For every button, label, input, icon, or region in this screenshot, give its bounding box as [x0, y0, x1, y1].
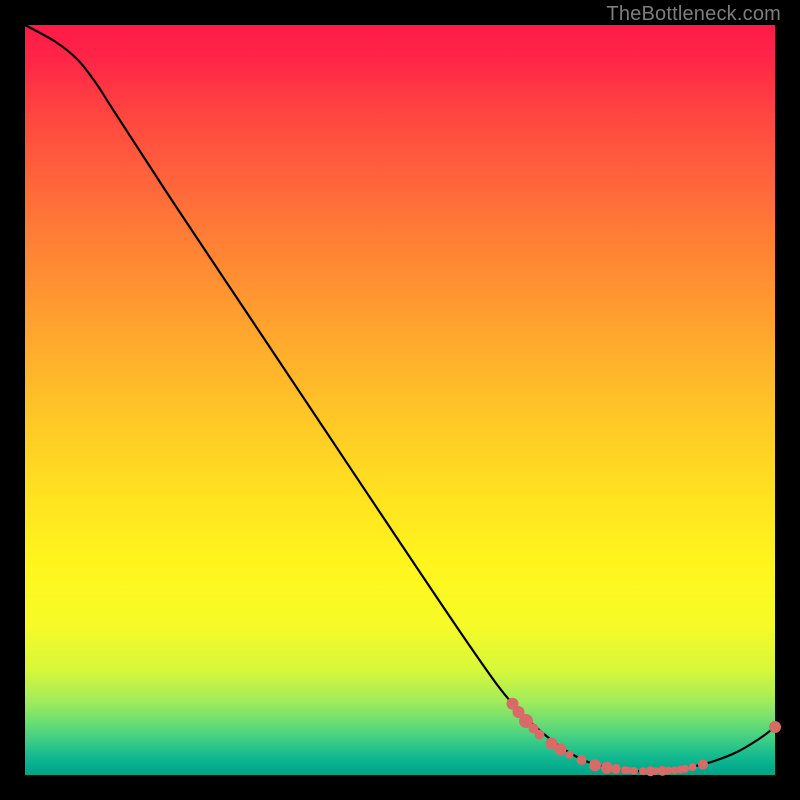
data-point	[698, 760, 708, 770]
plot-area	[25, 25, 775, 775]
plot-svg	[25, 25, 775, 775]
data-point	[566, 751, 574, 759]
data-point	[681, 765, 689, 773]
data-point	[589, 759, 601, 771]
watermark-text: TheBottleneck.com	[606, 3, 781, 26]
data-point	[769, 721, 781, 733]
data-point	[689, 763, 697, 771]
chart-stage: TheBottleneck.com	[0, 0, 800, 800]
data-point	[611, 764, 621, 774]
data-point	[555, 744, 567, 756]
data-point	[535, 730, 545, 740]
data-point	[630, 767, 638, 775]
data-point	[577, 755, 587, 765]
bottleneck-curve	[25, 25, 775, 771]
